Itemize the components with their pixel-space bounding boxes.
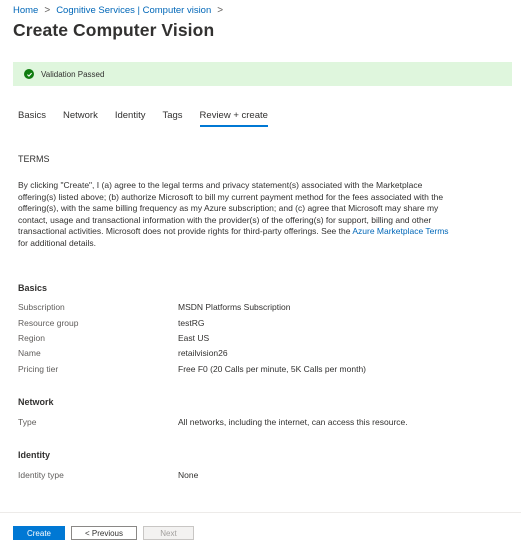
- footer-divider: [0, 512, 521, 513]
- row-label: Pricing tier: [18, 364, 59, 374]
- row-value: All networks, including the internet, ca…: [178, 417, 408, 427]
- basics-heading: Basics: [18, 283, 48, 293]
- more-options-icon[interactable]: ···: [195, 23, 209, 35]
- row-value: retailvision26: [178, 348, 228, 358]
- validation-banner: Validation Passed: [13, 62, 512, 86]
- row-label: Resource group: [18, 318, 79, 328]
- row-value: testRG: [178, 318, 205, 328]
- terms-heading: TERMS: [18, 154, 50, 164]
- tab-identity[interactable]: Identity: [115, 110, 146, 127]
- create-button[interactable]: Create: [13, 526, 65, 540]
- validation-message: Validation Passed: [41, 69, 105, 79]
- tab-review-create[interactable]: Review + create: [199, 110, 268, 127]
- breadcrumb-separator: >: [217, 5, 224, 16]
- tab-network[interactable]: Network: [63, 110, 98, 127]
- tab-tags[interactable]: Tags: [162, 110, 182, 127]
- identity-heading: Identity: [18, 450, 51, 460]
- row-label: Region: [18, 333, 45, 343]
- row-value: Free F0 (20 Calls per minute, 5K Calls p…: [178, 364, 367, 374]
- row-label: Name: [18, 348, 41, 358]
- marketplace-terms-link[interactable]: Azure Marketplace Terms: [352, 226, 448, 236]
- page-title: Create Computer Vision: [13, 20, 215, 40]
- wizard-tabs: Basics Network Identity Tags Review + cr…: [18, 110, 285, 127]
- row-value: East US: [178, 333, 210, 343]
- breadcrumb-home-link[interactable]: Home: [13, 5, 38, 16]
- row-value: MSDN Platforms Subscription: [178, 302, 291, 312]
- terms-text: By clicking "Create", I (a) agree to the…: [18, 180, 458, 249]
- tab-basics[interactable]: Basics: [18, 110, 46, 127]
- breadcrumb-separator: >: [44, 5, 51, 16]
- row-label: Identity type: [18, 470, 64, 480]
- row-label: Subscription: [18, 302, 65, 312]
- breadcrumb: Home > Cognitive Services | Computer vis…: [13, 5, 223, 16]
- previous-button[interactable]: < Previous: [71, 526, 137, 540]
- network-heading: Network: [18, 397, 54, 407]
- row-label: Type: [18, 417, 37, 427]
- breadcrumb-service-link[interactable]: Cognitive Services | Computer vision: [56, 5, 211, 16]
- checkmark-icon: [24, 69, 34, 79]
- row-value: None: [178, 470, 199, 480]
- next-button[interactable]: Next: [143, 526, 194, 540]
- terms-text-tail: for additional details.: [18, 237, 96, 248]
